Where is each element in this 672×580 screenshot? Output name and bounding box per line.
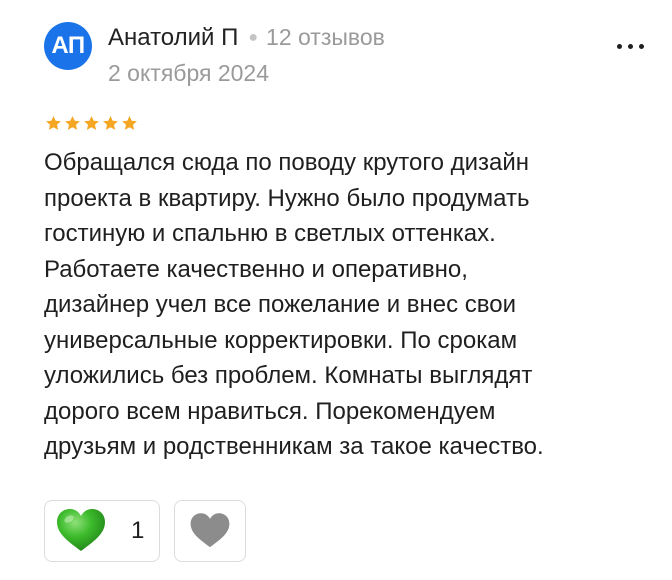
author-line: Анатолий П ● 12 отзывов: [108, 24, 385, 52]
like-count: 1: [131, 517, 145, 544]
more-dots-icon: [616, 43, 622, 49]
star-icon: [65, 116, 80, 130]
review-text-line: Обращался сюда по поводу крутого дизайн: [44, 149, 530, 176]
like-button[interactable]: 1: [44, 500, 160, 562]
review-card: АП Анатолий П ● 12 отзывов 2 октября 202…: [0, 0, 672, 580]
heart-outline-icon: [190, 513, 230, 548]
star-rating: [45, 115, 138, 132]
review-text-line: дизайнер учел все пожелание и внес свои: [44, 291, 517, 318]
review-text: Обращался сюда по поводу крутого дизайн п…: [44, 145, 644, 465]
review-date: 2 октября 2024: [108, 60, 269, 86]
review-text-line: гостиную и спальню в светлых оттенках.: [44, 220, 496, 247]
review-text-line: дорого всем нравиться. Порекомендуем: [44, 397, 496, 425]
star-icon: [46, 116, 61, 130]
review-text-line: проекта в квартиру. Нужно было продумать: [44, 184, 530, 212]
star-icon: [103, 116, 118, 130]
review-text-line: уложились без проблем. Комнаты выглядят: [44, 362, 533, 389]
avatar[interactable]: АП: [44, 22, 92, 70]
review-text-line: универсальные корректировки. По срокам: [44, 326, 518, 354]
more-dots-icon: [627, 43, 633, 49]
dislike-button[interactable]: [174, 500, 246, 562]
reviews-count: 12 отзывов: [266, 24, 385, 50]
avatar-initials: АП: [51, 32, 85, 59]
star-icon: [84, 116, 99, 130]
more-options-button[interactable]: [608, 36, 652, 56]
star-icon: [122, 116, 137, 130]
separator-dot: ●: [248, 29, 259, 46]
author-name[interactable]: Анатолий П: [108, 24, 238, 52]
more-dots-icon: [638, 43, 644, 49]
review-text-line: Работаете качественно и оперативно,: [44, 255, 468, 283]
heart-icon: [57, 509, 105, 551]
review-text-line: друзьям и родственникам за такое качеств…: [44, 433, 544, 460]
